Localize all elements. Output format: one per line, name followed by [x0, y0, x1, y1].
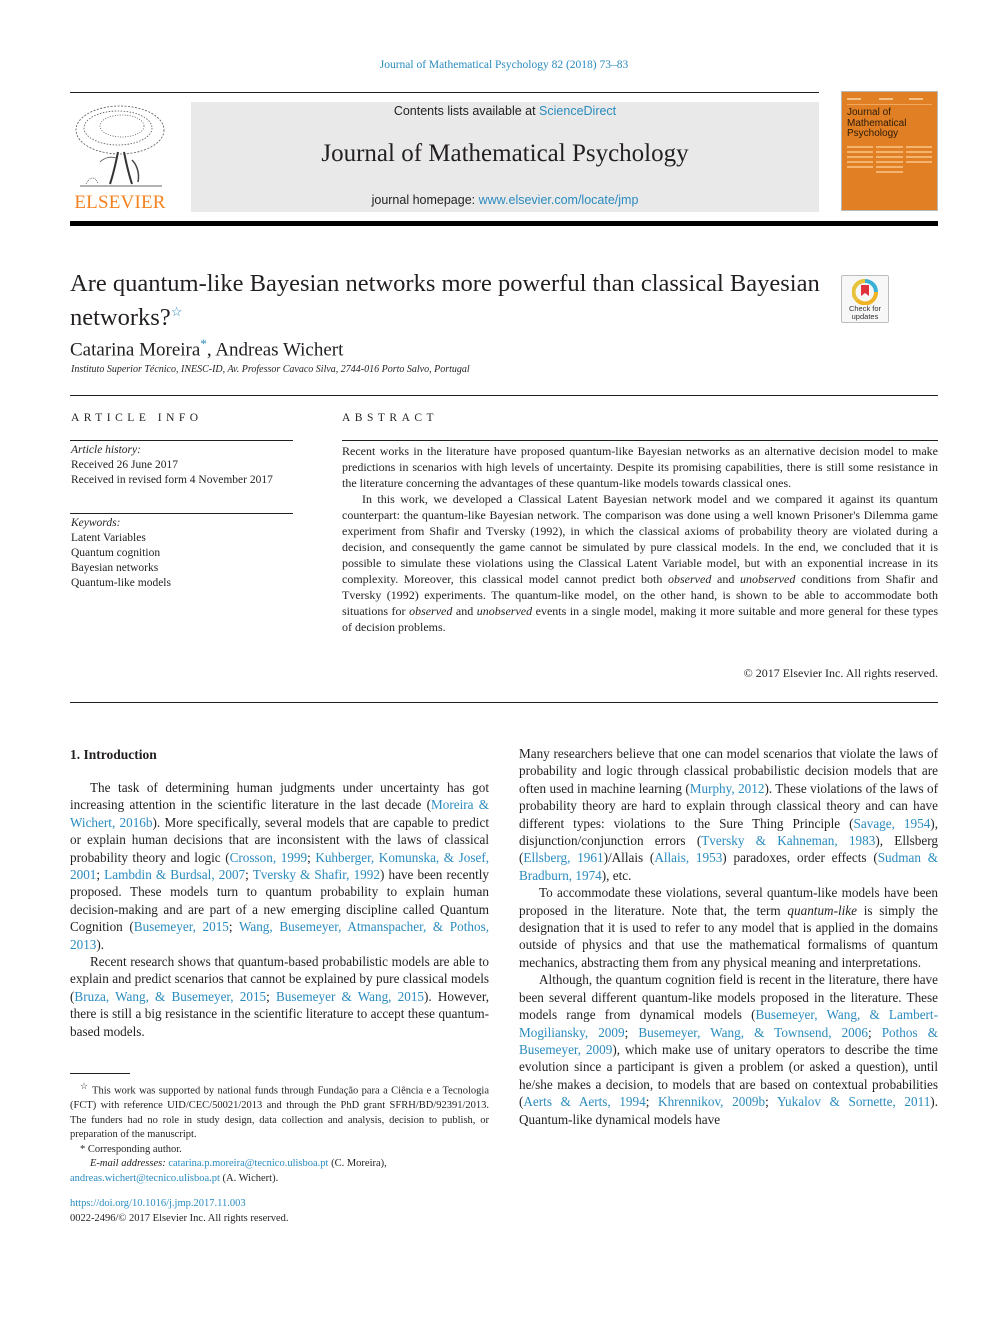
keywords-heading: Keywords: [71, 517, 121, 529]
intro-text-right: Many researchers believe that one can mo… [519, 745, 938, 1128]
body-rule [70, 702, 938, 703]
cover-title: Journal of Mathematical Psychology [847, 107, 907, 139]
email-footnote-cont: andreas.wichert@tecnico.ulisboa.pt (A. W… [70, 1172, 489, 1187]
article-info-rule [70, 440, 293, 441]
body-paragraph: Although, the quantum cognition field is… [519, 972, 939, 1127]
intro-text-left: The task of determining human judgments … [70, 779, 489, 1040]
author-list: Catarina Moreira*, Andreas Wichert [70, 336, 343, 361]
keyword: Bayesian networks [71, 562, 159, 574]
email-footnote: E-mail addresses: catarina.p.moreira@tec… [70, 1157, 489, 1172]
funding-footnote: ☆ This work was supported by national fu… [70, 1079, 489, 1143]
citation-link[interactable]: Lambdin & Burdsal, 2007 [104, 867, 245, 882]
journal-title: Journal of Mathematical Psychology [321, 140, 689, 167]
citation-link[interactable]: Allais, 1953 [654, 850, 722, 865]
citation-link[interactable]: Tversky & Kahneman, 1983 [701, 833, 875, 848]
email-owner: (C. Moreira), [328, 1158, 387, 1169]
header-thick-rule [70, 221, 938, 226]
body-paragraph: To accommodate these violations, several… [519, 885, 938, 970]
elsevier-wordmark: ELSEVIER [74, 192, 166, 213]
check-for-updates-badge[interactable]: Check for updates [841, 275, 889, 323]
cover-contents [847, 145, 932, 176]
citation-link[interactable]: Savage, 1954 [854, 816, 931, 831]
doi-block: https://doi.org/10.1016/j.jmp.2017.11.00… [70, 1197, 289, 1226]
journal-cover-thumbnail[interactable]: Journal of Mathematical Psychology [841, 91, 938, 211]
body-column-right: Many researchers believe that one can mo… [519, 745, 938, 1128]
body-column-left: 1. Introduction The task of determining … [70, 745, 489, 1040]
journal-banner: Contents lists available at ScienceDirec… [191, 102, 819, 212]
article-title: Are quantum-like Bayesian networks more … [70, 270, 830, 332]
header-rule [70, 92, 819, 93]
section-heading-introduction: 1. Introduction [70, 747, 157, 762]
elsevier-tree-icon [75, 105, 165, 187]
author-name: Catarina Moreira [70, 339, 201, 361]
citation-link[interactable]: Moreira & Wichert, 2016b [70, 797, 489, 829]
abstract-body: Recent works in the literature have prop… [342, 443, 938, 635]
revised-date: Received in revised form 4 November 2017 [71, 474, 273, 486]
cover-header-strip [847, 96, 932, 105]
sciencedirect-link[interactable]: ScienceDirect [539, 104, 616, 118]
title-footnote-marker[interactable]: ☆ [171, 304, 183, 319]
footnote-rule [70, 1073, 130, 1074]
affiliation: Instituto Superior Técnico, INESC-ID, Av… [71, 364, 470, 375]
keywords-rule [70, 513, 293, 514]
citation-link[interactable]: Yukalov & Sornette, 2011 [777, 1094, 930, 1109]
article-title-text: Are quantum-like Bayesian networks more … [70, 270, 820, 332]
crossmark-icon [852, 279, 878, 305]
contents-prefix: Contents lists available at [393, 104, 540, 118]
citation-link[interactable]: Bruza, Wang, & Busemeyer, 2015 [74, 989, 266, 1004]
homepage-prefix: journal homepage: [371, 193, 479, 207]
article-info-heading: ARTICLE INFO [71, 412, 203, 424]
citation-link[interactable]: Ellsberg, 1961 [523, 850, 603, 865]
elsevier-logo[interactable]: ELSEVIER [70, 102, 170, 213]
citation-link[interactable]: Crosson, 1999 [230, 850, 307, 865]
homepage-line: journal homepage: www.elsevier.com/locat… [191, 193, 819, 207]
abstract-paragraph: In this work, we developed a Classical L… [342, 492, 939, 634]
keyword: Quantum-like models [71, 577, 171, 589]
citation-link[interactable]: Aerts & Aerts, 1994 [523, 1094, 645, 1109]
corresponding-marker: * [80, 1143, 86, 1155]
corresponding-text: Corresponding author. [87, 1143, 182, 1155]
abstract-copyright: © 2017 Elsevier Inc. All rights reserved… [743, 666, 938, 680]
email-label: E-mail addresses: [90, 1158, 166, 1169]
author-separator: , [206, 339, 216, 361]
author-name: Andreas Wichert [215, 339, 344, 361]
email-owner: (A. Wichert). [219, 1172, 279, 1184]
abstract-paragraph: Recent works in the literature have prop… [342, 444, 938, 490]
doi-link[interactable]: https://doi.org/10.1016/j.jmp.2017.11.00… [70, 1198, 246, 1209]
body-paragraph: Recent research shows that quantum-based… [70, 954, 490, 1039]
article-history: Article history: Received 26 June 2017 R… [71, 443, 273, 488]
body-paragraph: Many researchers believe that one can mo… [519, 746, 938, 883]
citation-link[interactable]: Tversky & Shafir, 1992 [253, 867, 380, 882]
keyword: Quantum cognition [71, 547, 161, 559]
email-link-moreira[interactable]: catarina.p.moreira@tecnico.ulisboa.pt [168, 1158, 328, 1169]
citation-link[interactable]: Busemeyer & Wang, 2015 [276, 989, 424, 1004]
section-rule [70, 395, 938, 396]
citation-link[interactable]: Busemeyer, Wang, & Townsend, 2006 [638, 1025, 868, 1040]
corresponding-footnote: * Corresponding author. [70, 1143, 489, 1158]
received-date: Received 26 June 2017 [71, 459, 178, 471]
citation-link[interactable]: Khrennikov, 2009b [658, 1094, 765, 1109]
check-for-updates-label: Check for updates [848, 304, 882, 321]
journal-homepage-link[interactable]: www.elsevier.com/locate/jmp [479, 193, 639, 207]
running-head[interactable]: Journal of Mathematical Psychology 82 (2… [0, 59, 992, 71]
abstract-rule [342, 440, 938, 441]
email-link-wichert[interactable]: andreas.wichert@tecnico.ulisboa.pt [70, 1173, 220, 1184]
citation-link[interactable]: Murphy, 2012 [690, 781, 765, 796]
keyword: Latent Variables [71, 532, 146, 544]
article-history-heading: Article history: [71, 444, 141, 456]
funding-text: This work was supported by national fund… [70, 1085, 489, 1141]
footnotes: ☆ This work was supported by national fu… [70, 1079, 489, 1186]
citation-link[interactable]: Busemeyer, 2015 [134, 919, 229, 934]
funding-footnote-marker: ☆ [80, 1081, 89, 1091]
keywords: Keywords: Latent Variables Quantum cogni… [71, 516, 171, 591]
abstract-heading: ABSTRACT [342, 412, 439, 424]
body-paragraph: The task of determining human judgments … [70, 780, 490, 952]
issn-copyright: 0022-2496/© 2017 Elsevier Inc. All right… [70, 1212, 289, 1224]
emphasized-term: quantum-like [787, 902, 857, 918]
contents-line: Contents lists available at ScienceDirec… [191, 104, 819, 118]
